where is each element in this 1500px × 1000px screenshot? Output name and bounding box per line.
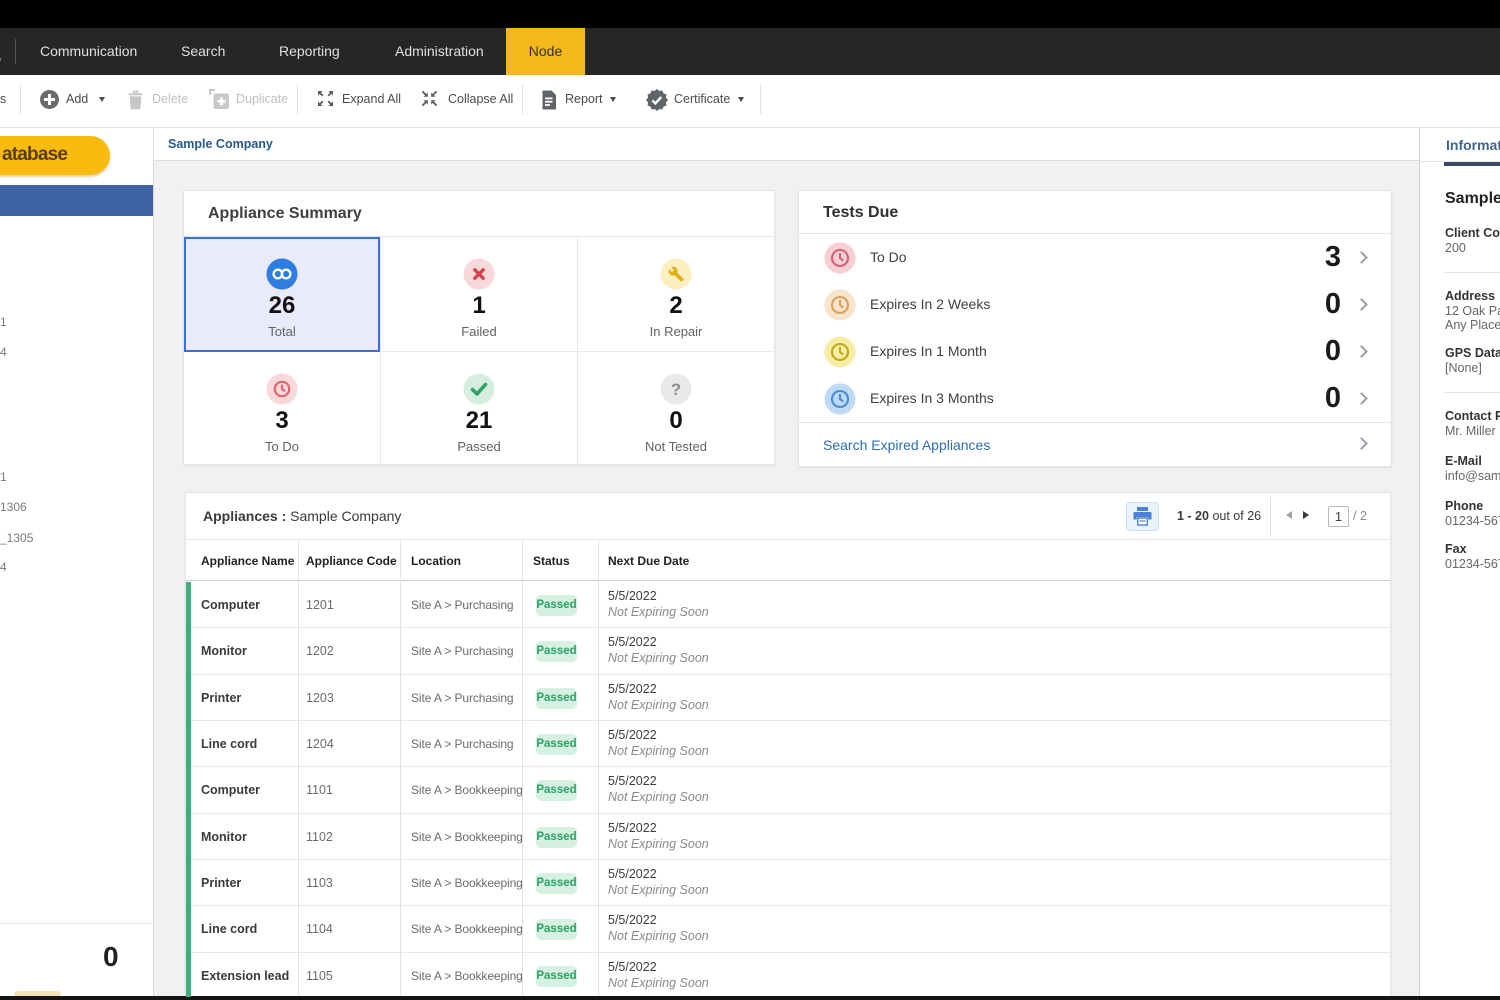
svg-text:?: ? <box>671 380 681 399</box>
